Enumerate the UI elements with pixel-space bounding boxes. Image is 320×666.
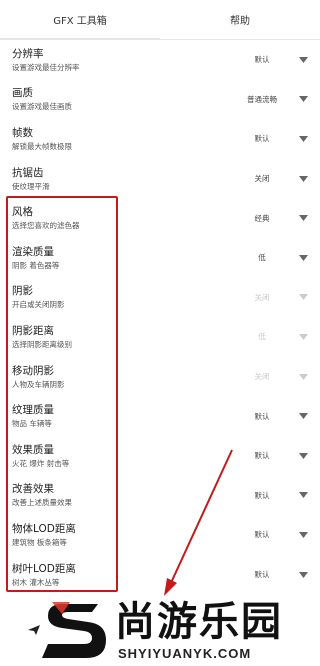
- setting-title: 渲染质量: [12, 245, 54, 258]
- setting-row[interactable]: 分辨率 设置游戏最佳分辨率 默认: [0, 40, 320, 80]
- watermark-text-en: SHYIYUANYK.COM: [118, 646, 252, 661]
- setting-title: 风格: [12, 206, 33, 219]
- watermark-text-cn: 尚游乐园: [115, 599, 283, 645]
- setting-title: 抗锯齿: [12, 166, 44, 179]
- setting-text: 物体LOD距离 建筑物 板条箱等: [12, 522, 232, 548]
- setting-subtitle: 火花 爆炸 射击等: [12, 458, 70, 468]
- setting-text: 树叶LOD距离 树木 灌木丛等: [12, 562, 232, 588]
- setting-title: 纹理质量: [12, 404, 54, 417]
- setting-title: 移动阴影: [12, 364, 54, 377]
- setting-title: 阴影距离: [12, 324, 54, 337]
- setting-text: 阴影距离选择阴影距离级别: [12, 324, 232, 350]
- setting-subtitle: 设置游戏最佳分辨率: [12, 62, 80, 72]
- setting-row[interactable]: 物体LOD距离 建筑物 板条箱等 默认: [0, 515, 320, 555]
- setting-row[interactable]: 阴影距离选择阴影距离级别 低: [0, 317, 320, 357]
- setting-subtitle: 建筑物 板条箱等: [12, 537, 67, 547]
- setting-subtitle: 使纹理平滑: [12, 181, 50, 191]
- setting-subtitle: 物品 车辆等: [12, 419, 52, 429]
- settings-list: 分辨率 设置游戏最佳分辨率 默认 画质 设置游戏最佳画质 普通流畅 帧数 解锁最大帧数极限 默认…: [0, 40, 320, 594]
- setting-value-dropdown: 低: [258, 332, 266, 342]
- setting-row[interactable]: 改善效果 改善上述质量效果 默认: [0, 476, 320, 516]
- caret-down-icon: [292, 332, 308, 342]
- setting-text: 移动阴影人物及车辆阴影: [12, 364, 232, 390]
- setting-value-dropdown[interactable]: 默认: [232, 450, 292, 461]
- send-icon[interactable]: [27, 621, 41, 640]
- setting-row[interactable]: 树叶LOD距离 树木 灌木丛等 默认: [0, 555, 320, 595]
- tab-help[interactable]: 帮助: [160, 0, 320, 39]
- setting-subtitle: 开启或关闭阴影: [12, 300, 65, 310]
- setting-row[interactable]: 纹理质量 物品 车辆等 默认: [0, 396, 320, 436]
- setting-text: 渲染质量阴影 着色器等: [12, 245, 232, 271]
- caret-down-icon[interactable]: [292, 55, 308, 65]
- setting-value-dropdown: 关闭: [254, 292, 270, 302]
- caret-down-icon[interactable]: [292, 174, 308, 184]
- setting-row[interactable]: 抗锯齿 使纹理平滑 关闭: [0, 159, 320, 199]
- setting-title: 物体LOD距离: [12, 522, 76, 535]
- setting-text: 效果质量火花 爆炸 射击等: [12, 443, 232, 469]
- setting-subtitle: 改善上述质量效果: [12, 498, 72, 508]
- setting-value-dropdown[interactable]: 关闭: [232, 173, 292, 184]
- setting-row[interactable]: 效果质量 火花 爆炸 射击等 默认: [0, 436, 320, 476]
- caret-down-icon[interactable]: [292, 570, 308, 580]
- setting-value-dropdown[interactable]: 低: [232, 252, 292, 263]
- tab-gfx-toolbox[interactable]: GFX 工具箱: [0, 0, 160, 40]
- caret-down-icon: [292, 372, 308, 382]
- setting-title: 效果质量: [12, 443, 54, 456]
- setting-title: 帧数: [12, 126, 33, 139]
- setting-title: 树叶LOD距离: [12, 562, 76, 575]
- caret-down-icon[interactable]: [292, 490, 308, 500]
- setting-value-dropdown[interactable]: 默认: [232, 54, 292, 65]
- caret-down-icon[interactable]: [292, 253, 308, 263]
- setting-row[interactable]: 画质 设置游戏最佳画质 普通流畅: [0, 80, 320, 120]
- setting-text: 帧数解锁最大帧数极限: [12, 126, 232, 152]
- caret-down-icon[interactable]: [292, 213, 308, 223]
- setting-text: 画质设置游戏最佳画质: [12, 86, 232, 112]
- setting-title: 画质: [12, 87, 33, 100]
- setting-subtitle: 树木 灌木丛等: [12, 577, 60, 587]
- setting-text: 改善效果改善上述质量效果: [12, 482, 232, 508]
- watermark: 尚游乐园 SHYIYUANYK.COM: [40, 598, 320, 664]
- setting-subtitle: 阴影 着色器等: [12, 260, 60, 270]
- caret-down-icon[interactable]: [292, 530, 308, 540]
- setting-title: 阴影: [12, 285, 33, 298]
- setting-title: 改善效果: [12, 483, 54, 496]
- setting-text: 阴影 开启或关闭阴影: [12, 284, 232, 310]
- setting-row[interactable]: 阴影开启或关闭阴影 关闭: [0, 278, 320, 318]
- setting-subtitle: 人物及车辆阴影: [12, 379, 65, 389]
- setting-value-dropdown[interactable]: 默认: [232, 133, 292, 144]
- setting-row[interactable]: 渲染质量 阴影 着色器等低: [0, 238, 320, 278]
- setting-subtitle: 选择阴影距离级别: [12, 339, 72, 349]
- setting-value-dropdown[interactable]: 普通流畅: [232, 94, 292, 105]
- setting-text: 分辨率设置游戏最佳分辨率: [12, 47, 232, 73]
- setting-text: 抗锯齿 使纹理平滑: [12, 166, 232, 192]
- setting-value-dropdown[interactable]: 默认: [232, 529, 292, 540]
- setting-value-dropdown[interactable]: 默认: [232, 411, 292, 422]
- setting-subtitle: 解锁最大帧数极限: [12, 141, 72, 151]
- setting-subtitle: 设置游戏最佳画质: [12, 102, 72, 112]
- caret-down-icon[interactable]: [292, 411, 308, 421]
- setting-row[interactable]: 风格 选择您喜欢的滤色器 经典: [0, 198, 320, 238]
- setting-title: 分辨率: [12, 47, 44, 60]
- setting-row[interactable]: 帧数 解锁最大帧数极限 默认: [0, 119, 320, 159]
- caret-down-icon[interactable]: [292, 134, 308, 144]
- setting-value-dropdown[interactable]: 默认: [232, 569, 292, 580]
- s-logo-icon: [42, 602, 106, 658]
- setting-text: 纹理质量物品 车辆等: [12, 403, 232, 429]
- setting-value-dropdown: 关闭: [254, 372, 270, 382]
- setting-row[interactable]: 移动阴影人物及车辆阴影 关闭: [0, 357, 320, 397]
- setting-text: 风格选择您喜欢的滤色器: [12, 205, 232, 231]
- setting-value-dropdown[interactable]: 默认: [232, 490, 292, 501]
- caret-down-icon[interactable]: [292, 451, 308, 461]
- setting-subtitle: 选择您喜欢的滤色器: [12, 221, 80, 231]
- caret-down-icon: [292, 292, 308, 302]
- tab-bar: GFX 工具箱 帮助: [0, 0, 320, 40]
- caret-down-icon[interactable]: [292, 94, 308, 104]
- setting-value-dropdown[interactable]: 经典: [232, 213, 292, 224]
